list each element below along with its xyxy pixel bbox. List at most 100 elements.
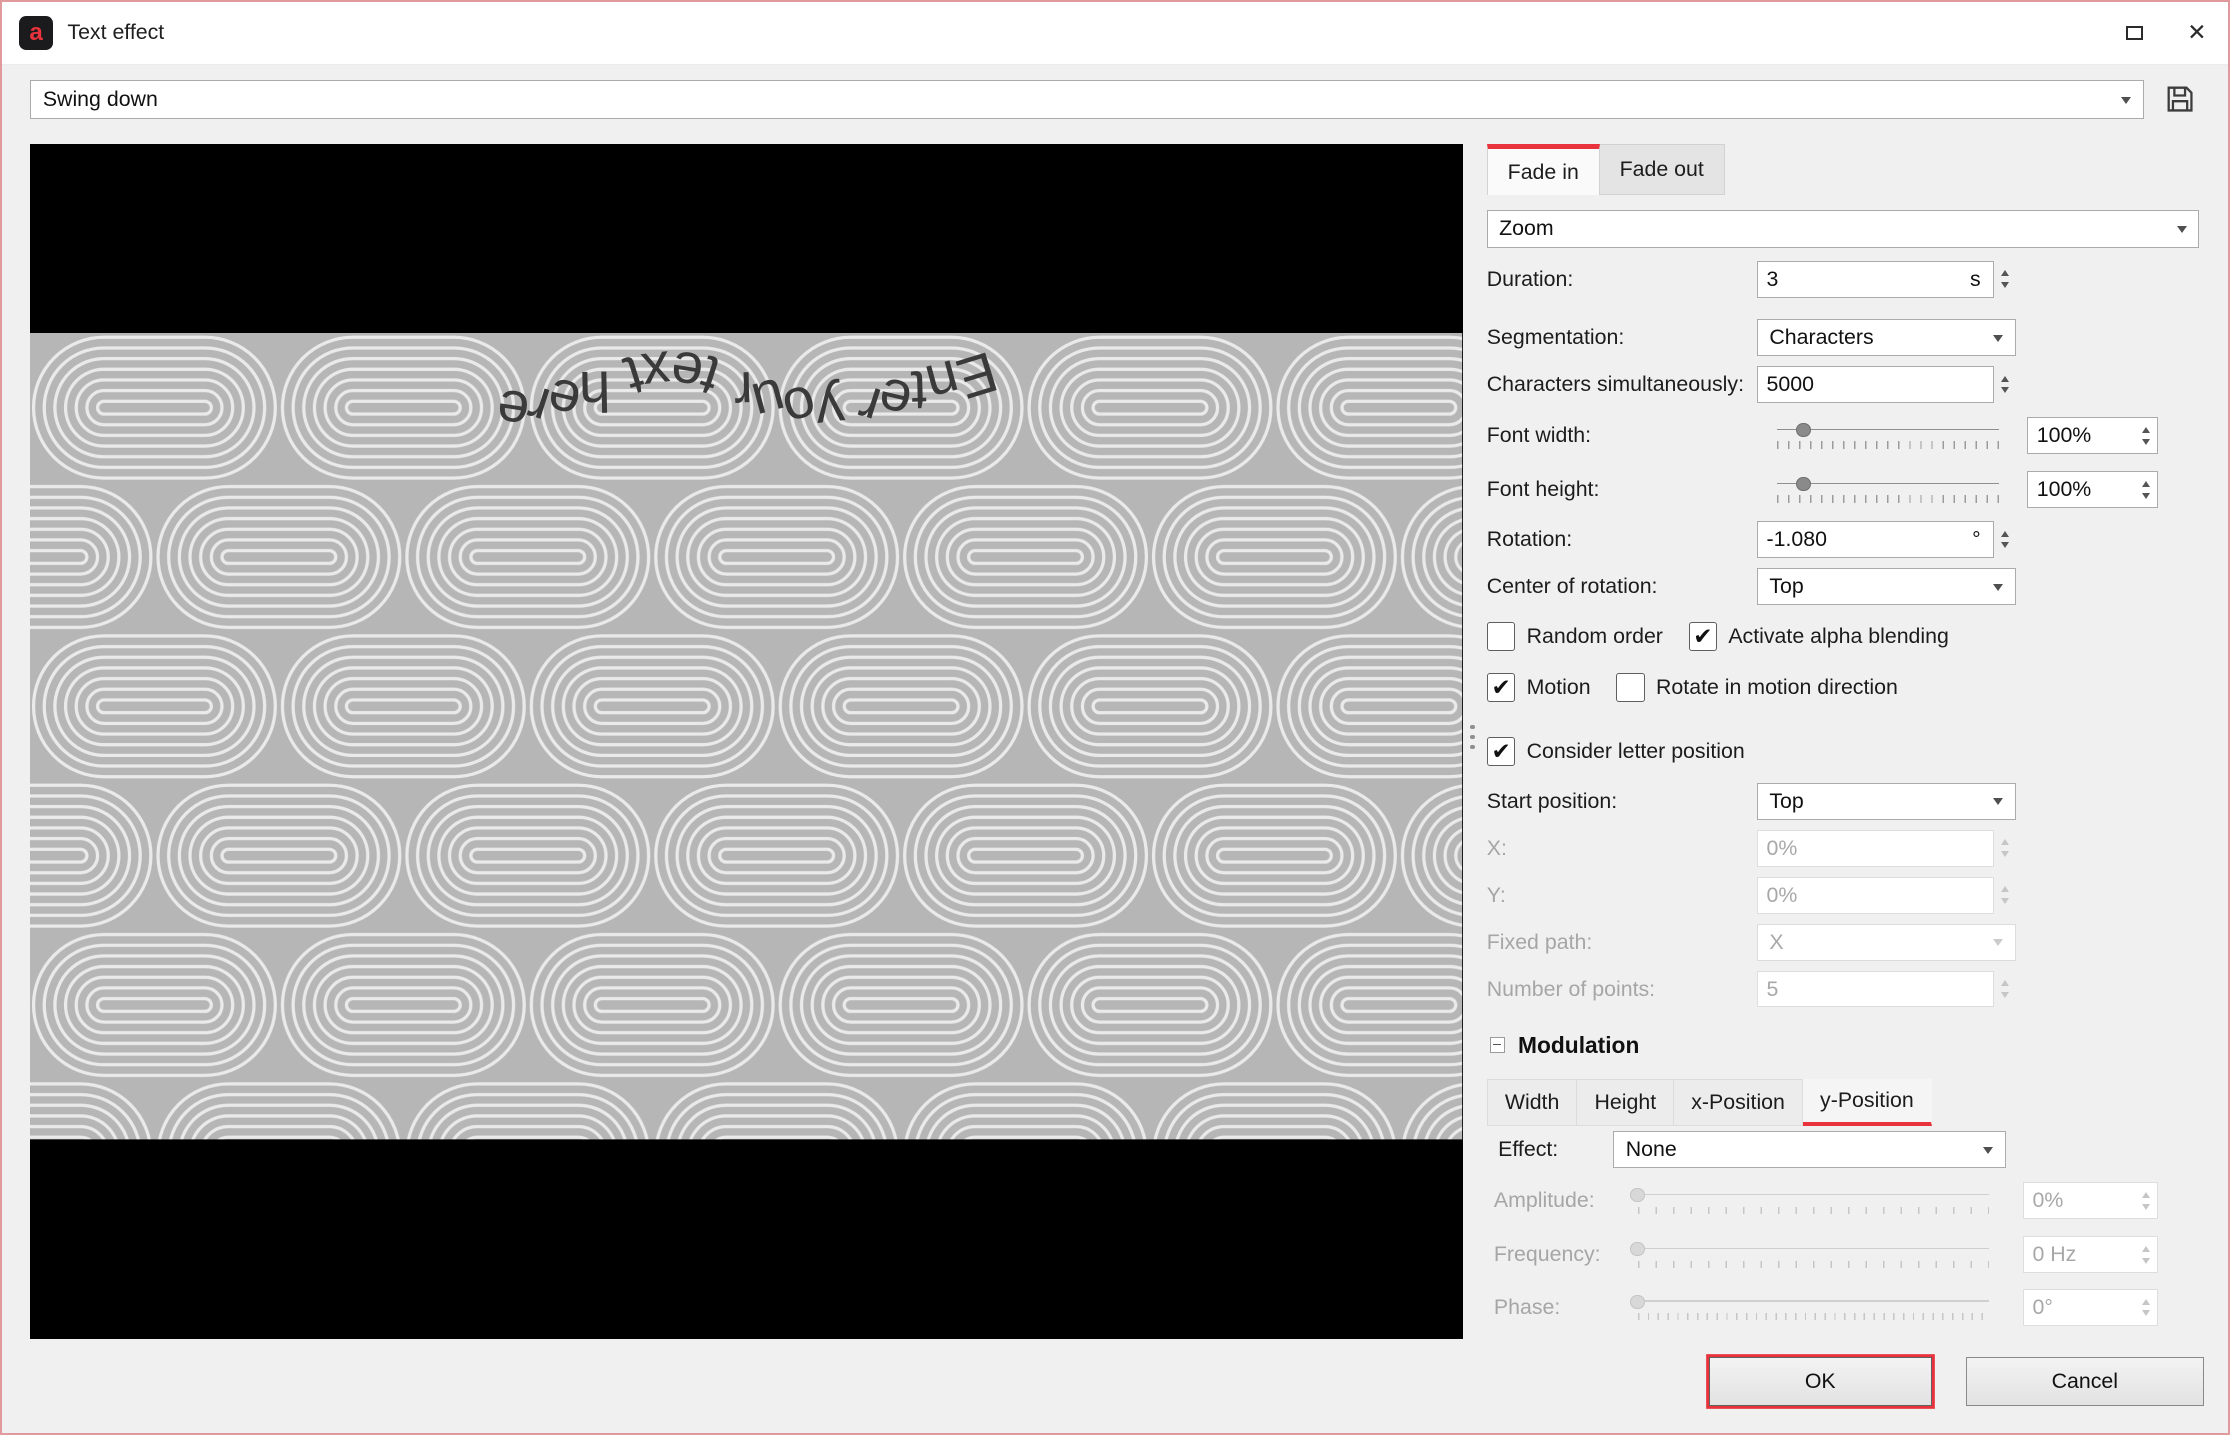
font-width-box[interactable]: 100% — [2028, 418, 2136, 453]
spin-down-icon[interactable] — [2142, 439, 2150, 445]
x-spinner — [1994, 830, 2015, 867]
preset-combo[interactable]: Swing down — [30, 80, 2143, 118]
rotate-in-motion-direction-checkbox[interactable] — [1616, 673, 1644, 701]
effect-type-combo[interactable]: Zoom — [1487, 210, 2200, 248]
y-value: 0% — [1767, 883, 1798, 908]
x-box: 0% — [1757, 830, 1995, 867]
amplitude-input: 0% — [2023, 1182, 2158, 1219]
slider-thumb[interactable] — [1796, 477, 1810, 491]
chevron-down-icon — [1993, 939, 2003, 946]
preset-value: Swing down — [43, 87, 158, 112]
app-logo-glyph: a — [29, 19, 42, 47]
tab-x-position[interactable]: x-Position — [1674, 1079, 1803, 1126]
x-label: X: — [1487, 830, 1507, 867]
floppy-icon — [2163, 82, 2197, 116]
spin-up-icon[interactable] — [2001, 270, 2009, 276]
center-of-rotation-value: Top — [1769, 574, 1803, 599]
alpha-blending-checkbox[interactable]: ✔ — [1689, 622, 1717, 650]
modulation-effect-combo[interactable]: None — [1613, 1131, 2006, 1168]
duration-input[interactable]: 3 s — [1757, 261, 2016, 298]
slider-ticks — [1777, 495, 1999, 502]
spin-up-icon[interactable] — [2001, 376, 2009, 382]
y-spinner — [1994, 877, 2015, 914]
save-button[interactable] — [2158, 79, 2202, 120]
phase-spinner — [2136, 1290, 2157, 1325]
random-order-checkbox[interactable] — [1487, 622, 1515, 650]
start-position-combo[interactable]: Top — [1757, 783, 2016, 820]
spin-down-icon[interactable] — [2001, 387, 2009, 393]
spin-down-icon[interactable] — [2001, 542, 2009, 548]
modulation-effect-label: Effect: — [1498, 1131, 1558, 1168]
ok-button[interactable]: OK — [1709, 1357, 1932, 1405]
app-icon: a — [19, 16, 53, 50]
font-height-slider[interactable] — [1777, 476, 1999, 504]
frequency-value: 0 Hz — [2032, 1242, 2076, 1267]
rotation-input[interactable]: -1.080 ° — [1757, 521, 2016, 558]
fixed-path-value: X — [1769, 930, 1783, 955]
segmentation-combo[interactable]: Characters — [1757, 319, 2016, 356]
number-of-points-input: 5 — [1757, 971, 2016, 1008]
cancel-button[interactable]: Cancel — [1966, 1357, 2204, 1405]
modulation-tab-bar: Width Height x-Position y-Position — [1487, 1079, 1932, 1126]
font-width-value: 100% — [2037, 423, 2092, 448]
phase-slider — [1638, 1293, 1989, 1321]
spin-up-icon — [2001, 886, 2009, 892]
rotation-spinner[interactable] — [1994, 521, 2015, 558]
font-height-value: 100% — [2037, 477, 2092, 502]
center-of-rotation-combo[interactable]: Top — [1757, 568, 2016, 605]
tab-fade-in[interactable]: Fade in — [1487, 144, 1600, 195]
x-value: 0% — [1767, 836, 1798, 861]
font-height-input[interactable]: 100% — [2027, 471, 2158, 508]
close-button[interactable]: ✕ — [2165, 2, 2228, 65]
slider-ticks — [1777, 441, 1999, 448]
slider-ticks — [1638, 1261, 1989, 1268]
tab-fade-out[interactable]: Fade out — [1600, 144, 1725, 195]
font-width-slider[interactable] — [1777, 422, 1999, 450]
x-input: 0% — [1757, 830, 2016, 867]
spin-down-icon — [2001, 992, 2009, 998]
tab-height[interactable]: Height — [1577, 1079, 1674, 1126]
rotation-box[interactable]: -1.080 ° — [1757, 521, 1995, 558]
spin-down-icon[interactable] — [2142, 493, 2150, 499]
duration-label: Duration: — [1487, 261, 1574, 298]
font-height-spinner[interactable] — [2136, 472, 2157, 507]
font-height-box[interactable]: 100% — [2028, 472, 2136, 507]
consider-letter-position-checkbox[interactable]: ✔ — [1487, 737, 1515, 765]
preview-pattern — [30, 333, 1462, 1139]
frequency-label: Frequency: — [1494, 1236, 1601, 1273]
y-input: 0% — [1757, 877, 2016, 914]
chars-simultaneously-box[interactable]: 5000 — [1757, 366, 1995, 403]
chevron-down-icon — [1993, 335, 2003, 342]
chars-simultaneously-spinner[interactable] — [1994, 366, 2015, 403]
chevron-down-icon — [1983, 1147, 1993, 1154]
number-of-points-value: 5 — [1767, 977, 1779, 1002]
spin-down-icon — [2001, 851, 2009, 857]
amplitude-box: 0% — [2024, 1183, 2136, 1218]
center-of-rotation-label: Center of rotation: — [1487, 568, 1658, 605]
duration-spinner[interactable] — [1994, 261, 2015, 298]
panel-splitter-handle[interactable] — [1465, 716, 1479, 759]
chars-simultaneously-value: 5000 — [1767, 372, 1814, 397]
spin-up-icon[interactable] — [2142, 481, 2150, 487]
font-width-spinner[interactable] — [2136, 418, 2157, 453]
motion-checkbox[interactable]: ✔ — [1487, 673, 1515, 701]
slider-thumb[interactable] — [1796, 423, 1810, 437]
spin-up-icon — [2001, 839, 2009, 845]
spin-down-icon[interactable] — [2001, 282, 2009, 288]
tab-width[interactable]: Width — [1487, 1079, 1578, 1126]
font-width-input[interactable]: 100% — [2027, 417, 2158, 454]
phase-label: Phase: — [1494, 1289, 1560, 1326]
font-height-label: Font height: — [1487, 471, 1600, 508]
spin-up-icon[interactable] — [2001, 531, 2009, 537]
spin-up-icon[interactable] — [2142, 427, 2150, 433]
frequency-slider — [1638, 1241, 1989, 1269]
duration-box[interactable]: 3 s — [1757, 261, 1995, 298]
preview-sample-text: ereh txet ruoy retnE — [30, 358, 1462, 423]
modulation-collapse-icon[interactable] — [1490, 1037, 1506, 1053]
chars-simultaneously-input[interactable]: 5000 — [1757, 366, 2016, 403]
maximize-button[interactable] — [2103, 2, 2166, 65]
settings-panel: Fade in Fade out Zoom Duration: 3 s Segm… — [1487, 144, 2204, 1346]
rotation-label: Rotation: — [1487, 521, 1572, 558]
tab-y-position[interactable]: y-Position — [1803, 1079, 1932, 1126]
text-effect-dialog: a Text effect ✕ Swing down — [0, 0, 2230, 1435]
